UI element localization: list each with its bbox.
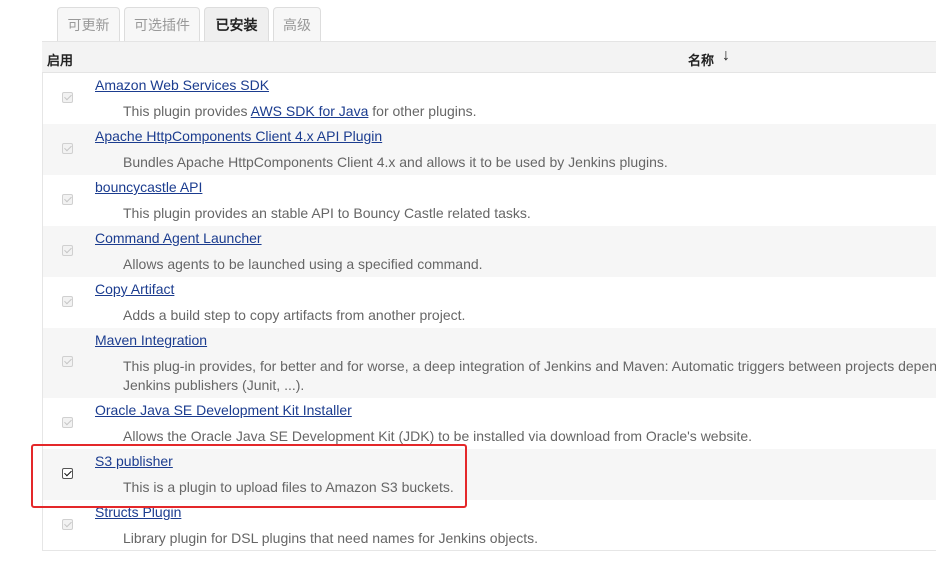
plugin-name-link[interactable]: Maven Integration [95,332,207,348]
sort-down-arrow-icon[interactable]: ↓ [722,47,730,65]
column-header-enabled[interactable]: 启用 [47,50,73,69]
plugin-enabled-checkbox[interactable] [62,296,73,307]
plugin-description: Allows the Oracle Java SE Development Ki… [123,428,753,444]
plugin-enabled-checkbox[interactable] [62,143,73,154]
tab-available[interactable]: 可选插件 [124,7,200,41]
plugin-row-s3-publisher: S3 publisher This is a plugin to upload … [43,449,936,500]
plugin-name-link[interactable]: Amazon Web Services SDK [95,77,269,93]
plugin-name-link[interactable]: S3 publisher [95,453,173,469]
tab-updates[interactable]: 可更新 [57,7,120,41]
plugin-name-link[interactable]: Oracle Java SE Development Kit Installer [95,402,352,418]
plugin-description: This is a plugin to upload files to Amaz… [123,479,454,495]
plugin-enabled-checkbox[interactable] [62,519,73,530]
plugin-row: bouncycastle API This plugin provides an… [43,175,936,226]
tab-advanced[interactable]: 高级 [273,7,321,41]
plugin-name-link[interactable]: Command Agent Launcher [95,230,262,246]
plugin-name-link[interactable]: Apache HttpComponents Client 4.x API Plu… [95,128,382,144]
plugin-description: Bundles Apache HttpComponents Client 4.x… [123,154,668,170]
plugin-name-link[interactable]: bouncycastle API [95,179,202,195]
plugin-description: This plug-in provides, for better and fo… [123,358,936,374]
plugin-description: This plugin provides AWS SDK for Java fo… [123,103,477,119]
plugin-description: Adds a build step to copy artifacts from… [123,307,466,323]
plugin-enabled-checkbox[interactable] [62,194,73,205]
tab-installed[interactable]: 已安装 [204,7,269,41]
plugin-description: Allows agents to be launched using a spe… [123,256,483,272]
plugin-description-continued: Jenkins publishers (Junit, ...). [123,377,305,393]
plugin-row: Amazon Web Services SDK This plugin prov… [43,73,936,124]
plugin-name-link[interactable]: Copy Artifact [95,281,174,297]
aws-sdk-java-link[interactable]: AWS SDK for Java [251,103,369,119]
plugin-row: Maven Integration This plug-in provides,… [43,328,936,398]
plugin-name-link[interactable]: Structs Plugin [95,504,181,520]
plugin-row: Oracle Java SE Development Kit Installer… [43,398,936,449]
plugin-row: Copy Artifact Adds a build step to copy … [43,277,936,328]
column-header-name[interactable]: 名称 [688,50,714,69]
plugin-row: Apache HttpComponents Client 4.x API Plu… [43,124,936,175]
plugin-enabled-checkbox[interactable] [62,356,73,367]
plugin-description: Library plugin for DSL plugins that need… [123,530,539,546]
plugin-row: Structs Plugin Library plugin for DSL pl… [43,500,936,551]
table-header: 启用 名称 ↓ [42,41,936,73]
plugin-enabled-checkbox[interactable] [62,417,73,428]
plugin-row: Command Agent Launcher Allows agents to … [43,226,936,277]
plugin-enabled-checkbox[interactable] [62,92,73,103]
plugin-enabled-checkbox-s3-publisher[interactable] [62,468,73,479]
plugin-enabled-checkbox[interactable] [62,245,73,256]
plugin-description: This plugin provides an stable API to Bo… [123,205,531,221]
